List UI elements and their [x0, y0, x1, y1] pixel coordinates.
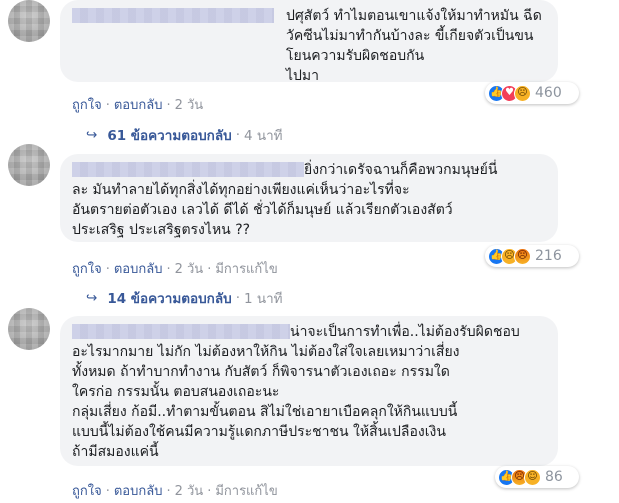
reaction-summary[interactable]: 👍 ☹ ☹ 216 — [485, 245, 579, 267]
edited-label[interactable]: มีการแก้ไข — [215, 484, 277, 499]
view-replies-link[interactable]: ↪ 14 ข้อความตอบกลับ · 1 นาที — [86, 287, 283, 309]
reply-arrow-icon: ↪ — [86, 127, 98, 143]
reaction-count: 460 — [535, 85, 562, 101]
replies-time: 4 นาที — [243, 128, 283, 144]
sad-icon: ☹ — [514, 84, 531, 102]
like-link[interactable]: ถูกใจ — [72, 262, 102, 277]
commenter-name-redacted[interactable] — [72, 162, 304, 177]
avatar[interactable] — [8, 308, 50, 350]
comment-actions: ถูกใจ · ตอบกลับ · 2 วัน · มีการแก้ไข — [72, 262, 278, 277]
avatar[interactable] — [8, 0, 50, 42]
reaction-summary[interactable]: 👍 ♥ ☹ 460 — [485, 82, 579, 104]
replies-count-label: 14 ข้อความตอบกลับ — [107, 291, 232, 307]
reaction-summary[interactable]: 👍 ☹ ☺ 86 — [495, 466, 579, 488]
reaction-count: 216 — [535, 248, 562, 264]
replies-count-label: 61 ข้อความตอบกลับ — [107, 128, 232, 144]
reply-arrow-icon: ↪ — [86, 290, 98, 306]
comment-text: น่าจะเป็นการทำเพื่อ..ไม่ต้องรับผิดชอบ อะ… — [72, 324, 520, 460]
like-link[interactable]: ถูกใจ — [72, 98, 102, 113]
replies-time: 1 นาที — [243, 291, 283, 307]
edited-label[interactable]: มีการแก้ไข — [215, 262, 277, 277]
comment-section: ปศุสัตว์ ทำไมตอนเขาแจ้งให้มาทำหมัน ฉีด ว… — [0, 0, 619, 503]
reply-link[interactable]: ตอบกลับ — [114, 484, 163, 499]
reaction-count: 86 — [545, 469, 563, 485]
avatar[interactable] — [8, 144, 50, 186]
reply-link[interactable]: ตอบกลับ — [114, 98, 163, 113]
comment-bubble: ปศุสัตว์ ทำไมตอนเขาแจ้งให้มาทำหมัน ฉีด ว… — [60, 0, 558, 84]
reply-link[interactable]: ตอบกลับ — [114, 262, 163, 277]
haha-icon: ☺ — [524, 468, 541, 486]
comment-time[interactable]: 2 วัน — [175, 262, 204, 277]
comment-bubble: ยิ่งกว่าเดรัจฉานก็คือพวกมนุษย์นี่ ละ มัน… — [60, 154, 558, 242]
commenter-name-redacted[interactable] — [72, 324, 290, 339]
comment-actions: ถูกใจ · ตอบกลับ · 2 วัน — [72, 98, 204, 113]
commenter-name-redacted[interactable] — [72, 8, 274, 23]
comment-bubble: น่าจะเป็นการทำเพื่อ..ไม่ต้องรับผิดชอบ อะ… — [60, 316, 558, 466]
like-link[interactable]: ถูกใจ — [72, 484, 102, 499]
comment-actions: ถูกใจ · ตอบกลับ · 2 วัน · มีการแก้ไข — [72, 484, 278, 499]
comment-time[interactable]: 2 วัน — [175, 484, 204, 499]
view-replies-link[interactable]: ↪ 61 ข้อความตอบกลับ · 4 นาที — [86, 124, 283, 146]
comment-time[interactable]: 2 วัน — [175, 98, 204, 113]
angry-icon: ☹ — [514, 247, 531, 265]
